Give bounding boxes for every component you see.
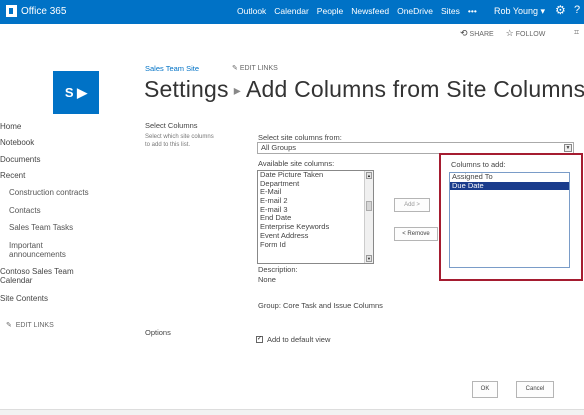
nav-documents[interactable]: Documents: [0, 155, 40, 164]
add-button[interactable]: Add >: [394, 198, 430, 212]
select-columns-title: Select Columns: [145, 121, 198, 130]
nav-more[interactable]: •••: [468, 6, 477, 16]
nav-important-2[interactable]: announcements: [9, 250, 66, 259]
share-icon: ⟲: [460, 28, 468, 38]
nav-notebook[interactable]: Notebook: [0, 138, 34, 147]
suite-nav: Outlook Calendar People Newsfeed OneDriv…: [237, 6, 477, 16]
help-icon[interactable]: ?: [574, 4, 580, 16]
site-link[interactable]: Sales Team Site: [145, 64, 199, 73]
gear-icon[interactable]: ⚙: [555, 3, 566, 17]
suite-bar: Office 365 Outlook Calendar People Newsf…: [0, 0, 584, 24]
nav-onedrive[interactable]: OneDrive: [397, 6, 433, 16]
ok-button[interactable]: OK: [472, 381, 498, 398]
available-columns-list[interactable]: Date Picture Taken Department E-Mail E-m…: [257, 170, 374, 264]
page-title: Settings▸Add Columns from Site Columnsⓘ: [144, 76, 584, 103]
add-default-view-row: ✓ Add to default view: [256, 335, 330, 344]
nav-calendar[interactable]: Calendar: [274, 6, 309, 16]
description-value: None: [258, 275, 276, 284]
select-from-label: Select site columns from:: [258, 133, 342, 142]
edit-links-label: EDIT LINKS: [239, 65, 278, 72]
nav-construction-contracts[interactable]: Construction contracts: [9, 188, 89, 197]
pencil-icon: ✎: [6, 322, 12, 329]
nav-newsfeed[interactable]: Newsfeed: [351, 6, 389, 16]
office365-logo-icon: [6, 5, 17, 17]
nav-important-1[interactable]: Important: [9, 241, 43, 250]
horizontal-scrollbar[interactable]: [0, 409, 584, 415]
star-icon: ☆: [505, 28, 514, 38]
options-title: Options: [145, 328, 171, 337]
list-item[interactable]: Form Id: [258, 240, 373, 250]
focus-content-icon[interactable]: ⌗: [574, 27, 579, 38]
add-default-view-label[interactable]: Add to default view: [267, 335, 330, 344]
action-bar: ⟲ SHARE ☆ FOLLOW: [460, 28, 545, 39]
select-columns-desc-1: Select which site columns: [145, 134, 214, 140]
nav-edit-links[interactable]: ✎ EDIT LINKS: [6, 321, 54, 329]
nav-sales-team-tasks[interactable]: Sales Team Tasks: [9, 223, 73, 232]
follow-label: FOLLOW: [515, 31, 546, 38]
nav-calendar-1[interactable]: Contoso Sales Team: [0, 267, 74, 276]
scroll-down-icon[interactable]: ▼: [366, 255, 372, 262]
nav-calendar-2[interactable]: Calendar: [0, 276, 32, 285]
description-label: Description:: [258, 265, 298, 274]
nav-people[interactable]: People: [317, 6, 343, 16]
pencil-icon: ✎: [232, 65, 238, 72]
site-logo-text: S ▶: [64, 84, 88, 100]
breadcrumb-arrow-icon: ▸: [233, 82, 241, 99]
group-info: Group: Core Task and Issue Columns: [258, 301, 383, 310]
follow-button[interactable]: ☆ FOLLOW: [506, 28, 546, 39]
scroll-up-icon[interactable]: ▲: [366, 172, 372, 179]
highlight-box: [439, 153, 583, 281]
available-columns-label: Available site columns:: [258, 159, 335, 168]
office365-label: Office 365: [21, 5, 67, 17]
site-logo[interactable]: S ▶: [53, 71, 99, 114]
nav-sites[interactable]: Sites: [441, 6, 460, 16]
select-columns-desc-2: to add to this list.: [145, 142, 191, 148]
nav-site-contents[interactable]: Site Contents: [0, 294, 48, 303]
share-button[interactable]: ⟲ SHARE: [460, 28, 494, 39]
user-menu[interactable]: Rob Young ▾: [494, 6, 545, 17]
scroll-thumb[interactable]: [366, 201, 372, 211]
nav-recent[interactable]: Recent: [0, 171, 25, 180]
nav-outlook[interactable]: Outlook: [237, 6, 266, 16]
chevron-down-icon[interactable]: ▼: [564, 144, 572, 152]
add-default-view-checkbox[interactable]: ✓: [256, 336, 263, 343]
edit-links-top[interactable]: ✎ EDIT LINKS: [232, 64, 278, 72]
group-select-value: All Groups: [261, 143, 297, 152]
remove-button[interactable]: < Remove: [394, 227, 438, 241]
share-label: SHARE: [469, 31, 494, 38]
settings-breadcrumb[interactable]: Settings: [144, 76, 229, 102]
nav-edit-links-label: EDIT LINKS: [15, 322, 54, 329]
nav-home[interactable]: Home: [0, 122, 21, 131]
page-title-text: Add Columns from Site Columns: [245, 76, 584, 102]
cancel-button[interactable]: Cancel: [516, 381, 554, 398]
available-columns-scrollbar[interactable]: ▲ ▼: [364, 171, 373, 263]
office365-brand[interactable]: Office 365: [6, 5, 66, 17]
nav-contacts[interactable]: Contacts: [9, 206, 41, 215]
